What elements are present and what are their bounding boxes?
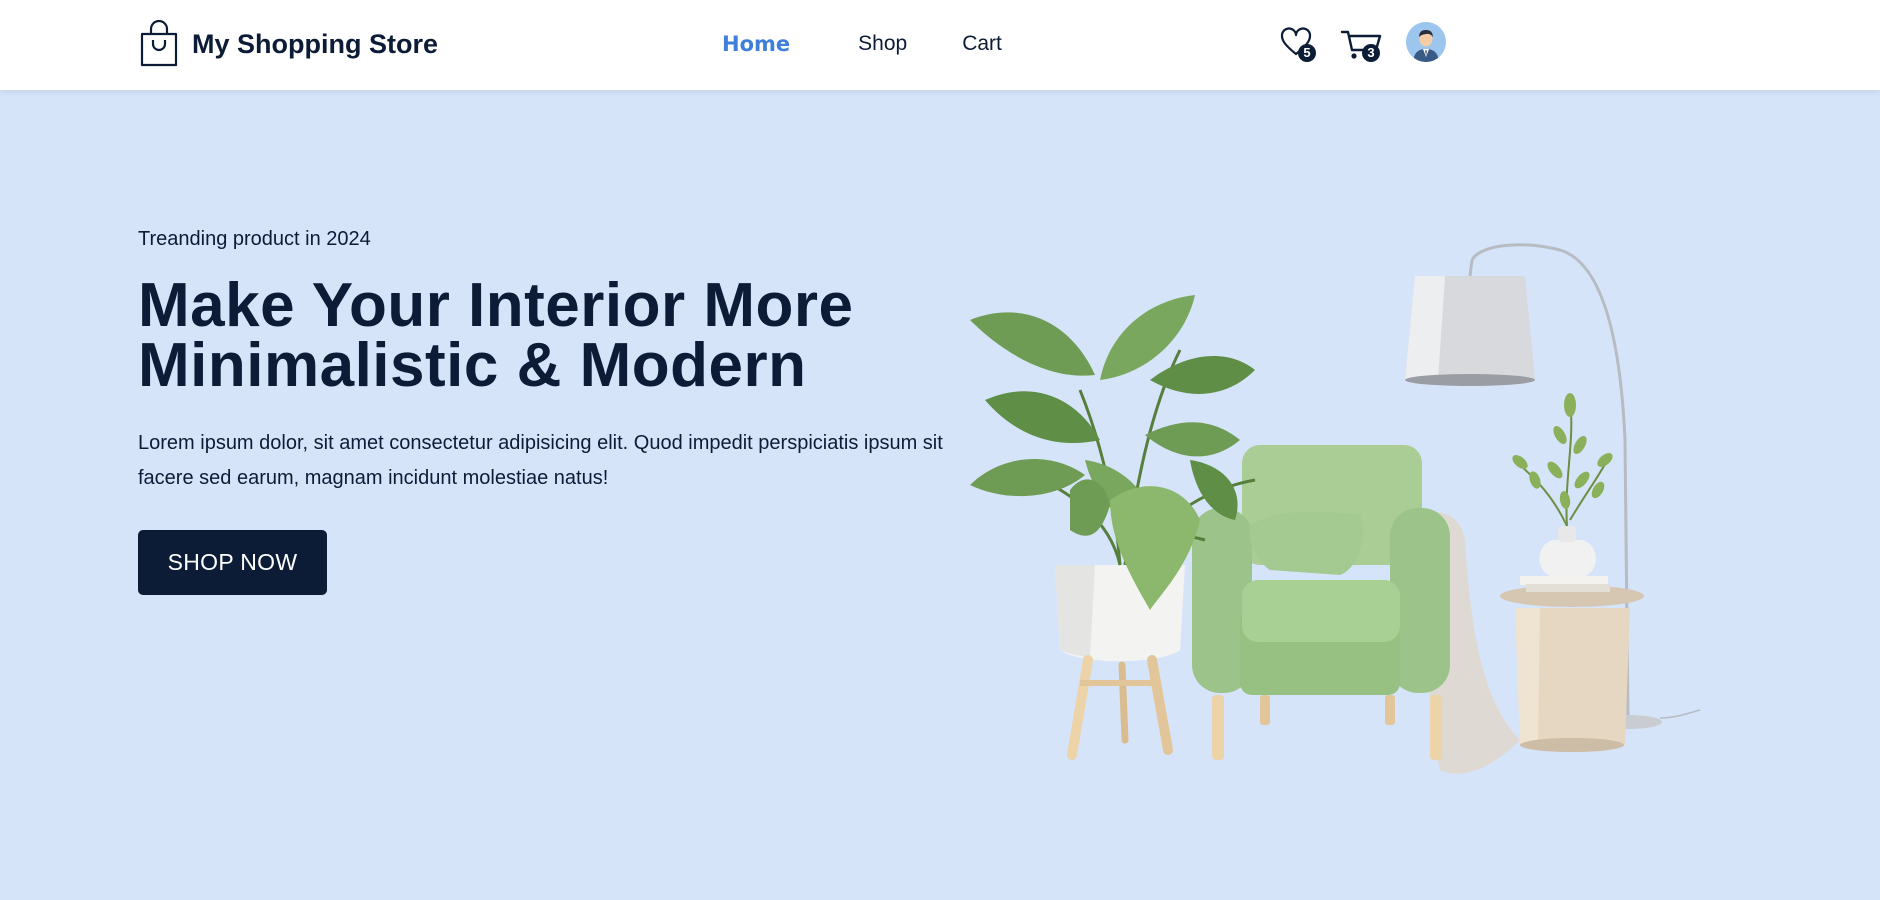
nav-link-cart[interactable]: Cart <box>962 32 1002 56</box>
shopping-bag-icon <box>140 20 178 67</box>
wishlist-count-badge: 5 <box>1298 44 1316 62</box>
wishlist-button[interactable]: 5 <box>1280 26 1320 66</box>
cart-count-badge: 3 <box>1362 44 1380 62</box>
hero-description: Lorem ipsum dolor, sit amet consectetur … <box>138 432 943 489</box>
top-navbar: My Shopping Store Home Shop Cart 5 3 <box>0 0 1880 90</box>
user-avatar[interactable] <box>1406 22 1446 62</box>
brand[interactable]: My Shopping Store <box>138 20 438 68</box>
nav-link-shop[interactable]: Shop <box>858 32 907 56</box>
nav-link-home[interactable]: Home <box>722 32 790 56</box>
side-table <box>1500 393 1644 752</box>
hero-section: Treanding product in 2024 Make Your Inte… <box>0 90 1880 900</box>
shop-now-button[interactable]: SHOP NOW <box>138 530 327 595</box>
hero-tagline: Treanding product in 2024 <box>138 228 371 250</box>
cart-button[interactable]: 3 <box>1340 26 1384 66</box>
hero-furniture-image <box>970 243 1701 774</box>
main-nav: Home Shop Cart <box>722 30 1002 58</box>
user-avatar-icon <box>1406 22 1446 62</box>
hero-headline: Make Your Interior More Minimalistic & M… <box>138 271 854 400</box>
brand-name: My Shopping Store <box>192 28 438 59</box>
